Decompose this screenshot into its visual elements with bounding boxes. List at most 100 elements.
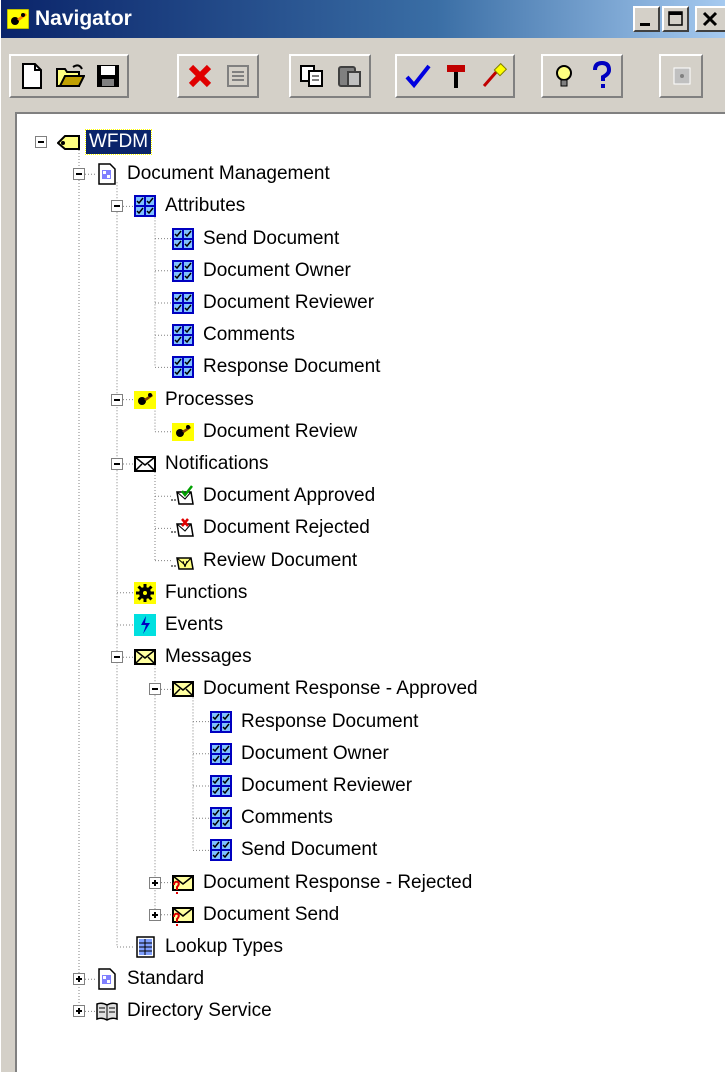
navigator-tree[interactable]: WFDM Document Management Attributes Send Do… [15, 112, 725, 1072]
tree-node-label[interactable]: Document Send [200, 903, 342, 927]
paste-button[interactable] [331, 57, 369, 95]
tree-expand-button[interactable] [149, 876, 161, 889]
disabled-icon [673, 67, 691, 85]
item-type-icon [56, 130, 81, 154]
message-envelope-icon [171, 677, 195, 701]
tree-node-label[interactable]: Document Response - Rejected [200, 871, 475, 895]
tree-node-label[interactable]: Events [162, 613, 226, 637]
attribute-icon [209, 774, 233, 798]
new-button[interactable] [13, 57, 51, 95]
tree-node-label[interactable]: Document Owner [238, 742, 392, 766]
minimize-icon [640, 23, 650, 26]
tree-expand-button[interactable] [73, 973, 85, 986]
window-title: Navigator [35, 7, 132, 30]
attribute-icon [171, 291, 195, 315]
tree-node-label[interactable]: Document Rejected [200, 516, 373, 540]
tree-node-label[interactable]: Lookup Types [162, 935, 286, 959]
eraser-button[interactable] [475, 57, 513, 95]
attribute-icon [209, 838, 233, 862]
tree-connector-lines [78, 150, 209, 1012]
workflow-process-icon [7, 9, 29, 29]
notification-review-icon [171, 549, 195, 573]
toolbar-group-help [541, 54, 623, 98]
hint-button[interactable] [545, 57, 583, 95]
data-store-icon [95, 162, 119, 186]
directory-book-icon [95, 999, 119, 1023]
attribute-icon [171, 227, 195, 251]
close-button[interactable] [695, 6, 725, 32]
save-button[interactable] [89, 57, 127, 95]
copy-button[interactable] [293, 57, 331, 95]
eraser-icon [482, 62, 508, 87]
attribute-icon [133, 194, 157, 218]
tree-node-label[interactable]: Document Reviewer [200, 291, 377, 315]
help-button[interactable] [583, 57, 621, 95]
tree-node-label[interactable]: Attributes [162, 194, 248, 218]
title-bar[interactable]: Navigator [1, 0, 725, 38]
new-document-icon [22, 63, 42, 89]
tree-node-label[interactable]: Directory Service [124, 999, 275, 1023]
tree-node-label[interactable]: Comments [238, 806, 336, 830]
tree-node-label[interactable]: Review Document [200, 549, 360, 573]
tree-node-label[interactable]: WFDM [84, 129, 153, 155]
tree-node-label[interactable]: Standard [124, 967, 207, 991]
help-question-icon [593, 61, 612, 88]
tree-node-label[interactable]: Functions [162, 581, 250, 605]
event-lightning-icon [133, 613, 157, 637]
properties-button[interactable] [219, 57, 257, 95]
message-envelope-icon [133, 645, 157, 669]
hammer-icon [447, 65, 465, 88]
disabled-button[interactable] [663, 57, 701, 95]
toolbar [1, 38, 725, 108]
tree-node-label[interactable]: Send Document [238, 838, 380, 862]
function-gear-icon [133, 581, 157, 605]
tree-collapse-button[interactable] [111, 200, 123, 213]
tree-node-label[interactable]: Document Owner [200, 259, 354, 283]
tree-collapse-button[interactable] [111, 651, 123, 664]
hammer-button[interactable] [437, 57, 475, 95]
tree-node-label[interactable]: Document Reviewer [238, 774, 415, 798]
lookup-type-icon [133, 935, 157, 959]
tree-node-label[interactable]: Document Review [200, 420, 360, 444]
toolbar-group-extra [659, 54, 703, 98]
toolbar-group-clipboard [289, 54, 371, 98]
tree-expand-button[interactable] [73, 1005, 85, 1018]
tree-expand-button[interactable] [149, 908, 161, 921]
tree-node-label[interactable]: Comments [200, 323, 298, 347]
tree-collapse-button[interactable] [111, 458, 123, 470]
attribute-icon [171, 355, 195, 379]
tree-node-label[interactable]: Send Document [200, 227, 342, 251]
delete-x-icon [188, 64, 212, 88]
attribute-icon [209, 806, 233, 830]
tree-node-label[interactable]: Document Response - Approved [200, 677, 481, 701]
verify-button[interactable] [399, 57, 437, 95]
open-folder-icon [56, 64, 85, 87]
toolbar-group-tools [395, 54, 515, 98]
tree-node-label[interactable]: Document Approved [200, 484, 378, 508]
tree-node-label[interactable]: Response Document [238, 710, 421, 734]
save-disk-icon [97, 65, 119, 87]
message-envelope-question-icon [171, 871, 195, 895]
minimize-button[interactable] [633, 6, 660, 32]
tree-collapse-button[interactable] [35, 136, 47, 148]
tree-node-label[interactable]: Response Document [200, 355, 383, 379]
message-envelope-question-icon [171, 903, 195, 927]
open-button[interactable] [51, 57, 89, 95]
delete-button[interactable] [181, 57, 219, 95]
attribute-icon [209, 710, 233, 734]
toolbar-group-edit [177, 54, 259, 98]
tree-node-label[interactable]: Document Management [124, 162, 333, 186]
verify-check-icon [405, 64, 431, 89]
maximize-icon [668, 11, 683, 26]
toolbar-group-file [9, 54, 129, 98]
navigator-window: Navigator WFDM Document Management Attri… [0, 0, 725, 1072]
tree-collapse-button[interactable] [149, 683, 161, 696]
tree-node-label[interactable]: Notifications [162, 452, 272, 476]
notification-rejected-icon [171, 516, 195, 540]
tree-collapse-button[interactable] [111, 393, 123, 406]
tree-node-label[interactable]: Messages [162, 645, 255, 669]
maximize-button[interactable] [662, 6, 689, 32]
tree-collapse-button[interactable] [73, 168, 85, 181]
attribute-icon [209, 742, 233, 766]
tree-node-label[interactable]: Processes [162, 388, 257, 412]
